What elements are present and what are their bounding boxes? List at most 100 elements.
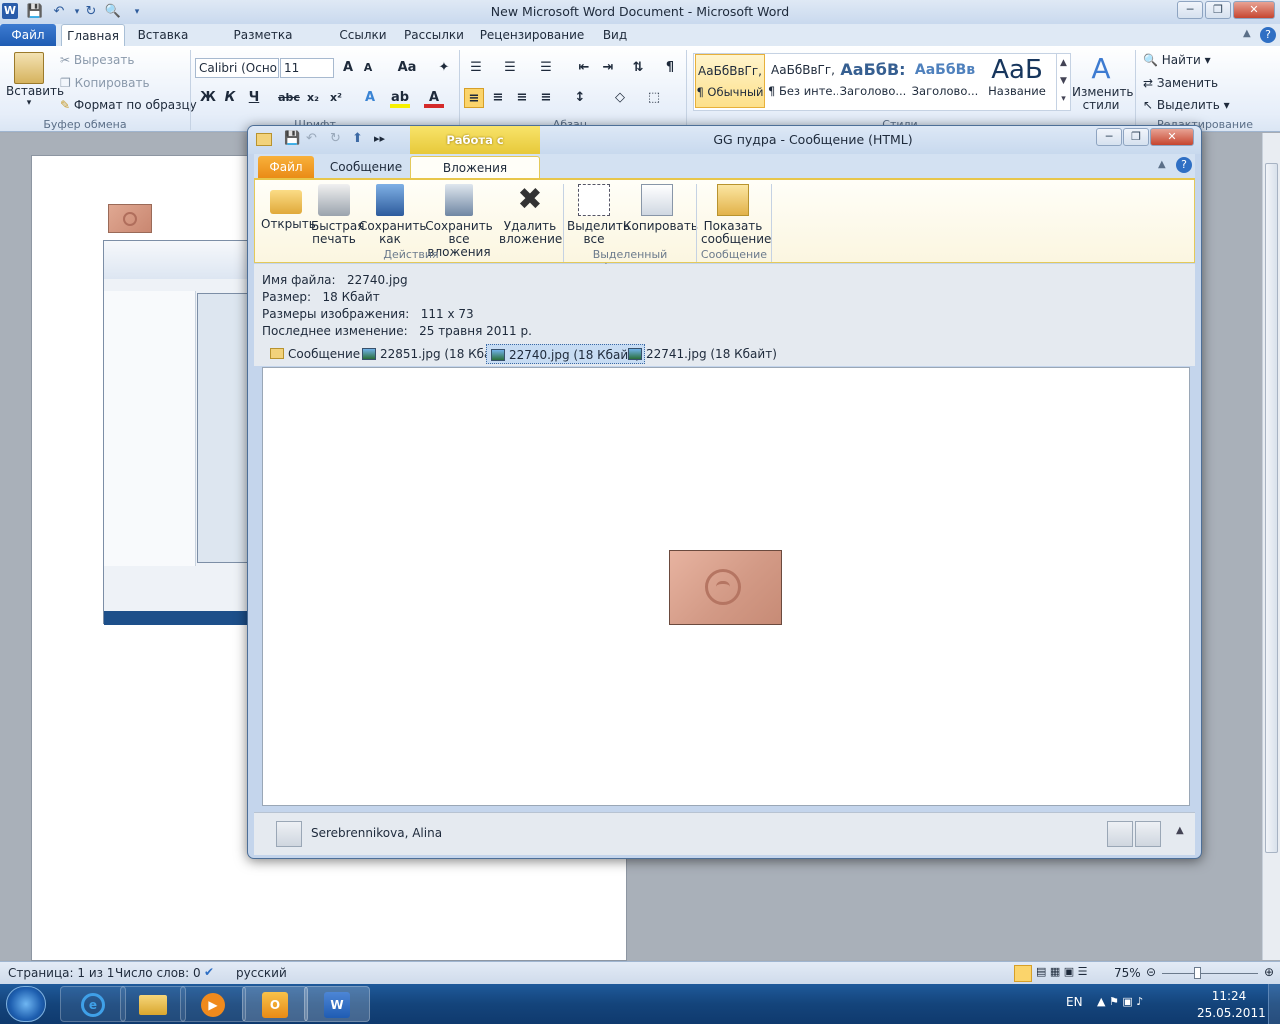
pasted-screenshot-image[interactable] [103,240,250,625]
clear-formatting-icon[interactable]: ✦ [434,58,454,78]
style-heading1[interactable]: АаБбВ: Заголово... [838,54,908,108]
people-avatar[interactable] [1135,821,1161,847]
grow-font-icon[interactable]: A [338,58,358,78]
sort-icon[interactable]: ⇅ [628,58,648,78]
sender-name[interactable]: Serebrennikova, Alina [311,826,442,840]
more-commands-icon[interactable]: ▸▸ [374,132,385,145]
people-avatar[interactable] [1107,821,1133,847]
input-language[interactable]: EN [1066,995,1083,1009]
align-right-icon[interactable]: ≡ [512,88,532,108]
shrink-font-icon[interactable]: A [358,58,378,78]
word-count[interactable]: Число слов: 0 [115,966,201,980]
taskbar-media-player-icon[interactable]: ▶ [180,986,246,1022]
font-name-combo[interactable]: Calibri (Осно [195,58,279,78]
tab-home[interactable]: Главная [61,24,125,46]
taskbar-explorer-icon[interactable] [120,986,186,1022]
print-layout-icon[interactable] [1014,965,1032,982]
save-icon[interactable]: 💾 [284,131,300,146]
clock-date[interactable]: 25.05.2011 [1197,1006,1266,1020]
numbering-icon[interactable]: ☰ [500,58,520,78]
bold-icon[interactable]: Ж [198,88,218,108]
change-styles-button[interactable]: A Изменить стили [1072,52,1134,112]
subscript-icon[interactable]: x₂ [303,88,323,108]
tab-attachments[interactable]: Вложения [410,156,540,180]
envelope-icon[interactable] [256,133,272,146]
format-painter-button[interactable]: ✎ Формат по образцу [60,98,197,112]
vertical-scrollbar[interactable] [1262,133,1280,960]
attachment-item-selected[interactable]: 22740.jpg (18 Кбайт) [486,344,645,364]
bullets-icon[interactable]: ☰ [466,58,486,78]
tab-mailings[interactable]: Рассылки [402,24,466,46]
taskbar-outlook-icon[interactable]: O [242,986,308,1022]
proofing-icon[interactable]: ✔ [204,965,214,979]
language-indicator[interactable]: русский [236,966,287,980]
view-buttons[interactable]: ▤ ▦ ▣ ☰ [1036,965,1088,978]
clock-time[interactable]: 11:24 [1203,989,1255,1003]
zoom-out-icon[interactable]: ⊝ [1146,965,1156,979]
attachment-preview-pane[interactable] [262,367,1190,806]
attachment-image[interactable] [669,550,782,625]
cut-button[interactable]: ✂ Вырезать [60,53,134,67]
style-heading2[interactable]: АаБбВв Заголово... [910,54,980,108]
select-button[interactable]: ↖ Выделить ▾ [1143,98,1230,112]
tab-review[interactable]: Рецензирование [478,24,586,46]
sender-avatar[interactable] [276,821,302,847]
zoom-level[interactable]: 75% [1114,966,1141,980]
minimize-button[interactable]: ─ [1177,1,1203,19]
attachment-item[interactable]: 22741.jpg (18 Кбайт) [624,344,781,364]
show-marks-icon[interactable]: ¶ [660,58,680,78]
tab-view[interactable]: Вид [597,24,633,46]
font-size-combo[interactable]: 11 [280,58,334,78]
maximize-button[interactable]: ❐ [1205,1,1231,19]
page-count[interactable]: Страница: 1 из 1 [8,966,114,980]
quick-print-button[interactable]: Быстрая печать [311,184,364,246]
pasted-image-thumbnail[interactable] [108,204,152,233]
increase-indent-icon[interactable]: ⇥ [598,58,618,78]
close-button[interactable]: ✕ [1150,128,1194,146]
borders-icon[interactable]: ⬚ [644,88,664,108]
expand-people-pane-icon[interactable]: ▲ [1176,825,1184,836]
align-left-icon[interactable]: ≡ [464,88,484,108]
tray-icons[interactable]: ▲ ⚑ ▣ ♪ [1097,995,1143,1008]
styles-scroll[interactable]: ▲ ▼ ▾ [1056,54,1070,110]
tab-references[interactable]: Ссылки [335,24,391,46]
shading-icon[interactable]: ◇ [610,88,630,108]
highlight-icon[interactable]: ab [390,88,410,108]
select-all-button[interactable]: Выделить все [567,184,630,246]
save-as-button[interactable]: Сохранить как [359,184,427,246]
taskbar-word-icon[interactable]: W [304,986,370,1022]
find-button[interactable]: 🔍 Найти ▾ [1143,53,1211,67]
minimize-button[interactable]: ─ [1096,128,1122,146]
maximize-button[interactable]: ❐ [1123,128,1149,146]
underline-icon[interactable]: Ч [244,88,264,108]
line-spacing-icon[interactable]: ↕ [570,88,590,108]
zoom-slider-thumb[interactable] [1194,967,1201,979]
change-case-icon[interactable]: Aa [394,58,420,78]
up-arrow-icon[interactable]: ⬆ [352,131,363,146]
multilevel-list-icon[interactable]: ☰ [536,58,556,78]
superscript-icon[interactable]: x² [326,88,346,108]
text-effects-icon[interactable]: A [360,88,380,108]
strikethrough-icon[interactable]: abc [278,88,300,108]
close-button[interactable]: ✕ [1233,1,1275,19]
taskbar-ie-icon[interactable]: e [60,986,126,1022]
italic-icon[interactable]: К [220,88,240,108]
start-button[interactable] [6,986,46,1022]
minimize-ribbon-icon[interactable]: ▲ [1243,28,1251,39]
tab-message[interactable]: Сообщение [320,156,412,178]
copy-button[interactable]: Копировать [623,184,698,233]
copy-button[interactable]: ❐ Копировать [60,76,150,90]
tab-page-layout[interactable]: Разметка страницы [203,24,323,64]
help-icon[interactable]: ? [1260,27,1276,43]
scroll-thumb[interactable] [1265,163,1278,853]
font-color-icon[interactable]: A [424,88,444,108]
justify-icon[interactable]: ≡ [536,88,556,108]
replace-button[interactable]: ⇄ Заменить [1143,76,1218,90]
tab-file[interactable]: Файл [0,24,56,46]
redo-icon[interactable]: ↻ [330,131,341,146]
paste-button[interactable]: Вставить ▾ [6,50,64,112]
undo-icon[interactable]: ↶ [306,131,317,146]
attachment-message-item[interactable]: Сообщение [266,344,364,364]
style-no-spacing[interactable]: АаБбВвГг, ¶ Без инте... [768,54,838,108]
zoom-in-icon[interactable]: ⊕ [1264,965,1274,979]
